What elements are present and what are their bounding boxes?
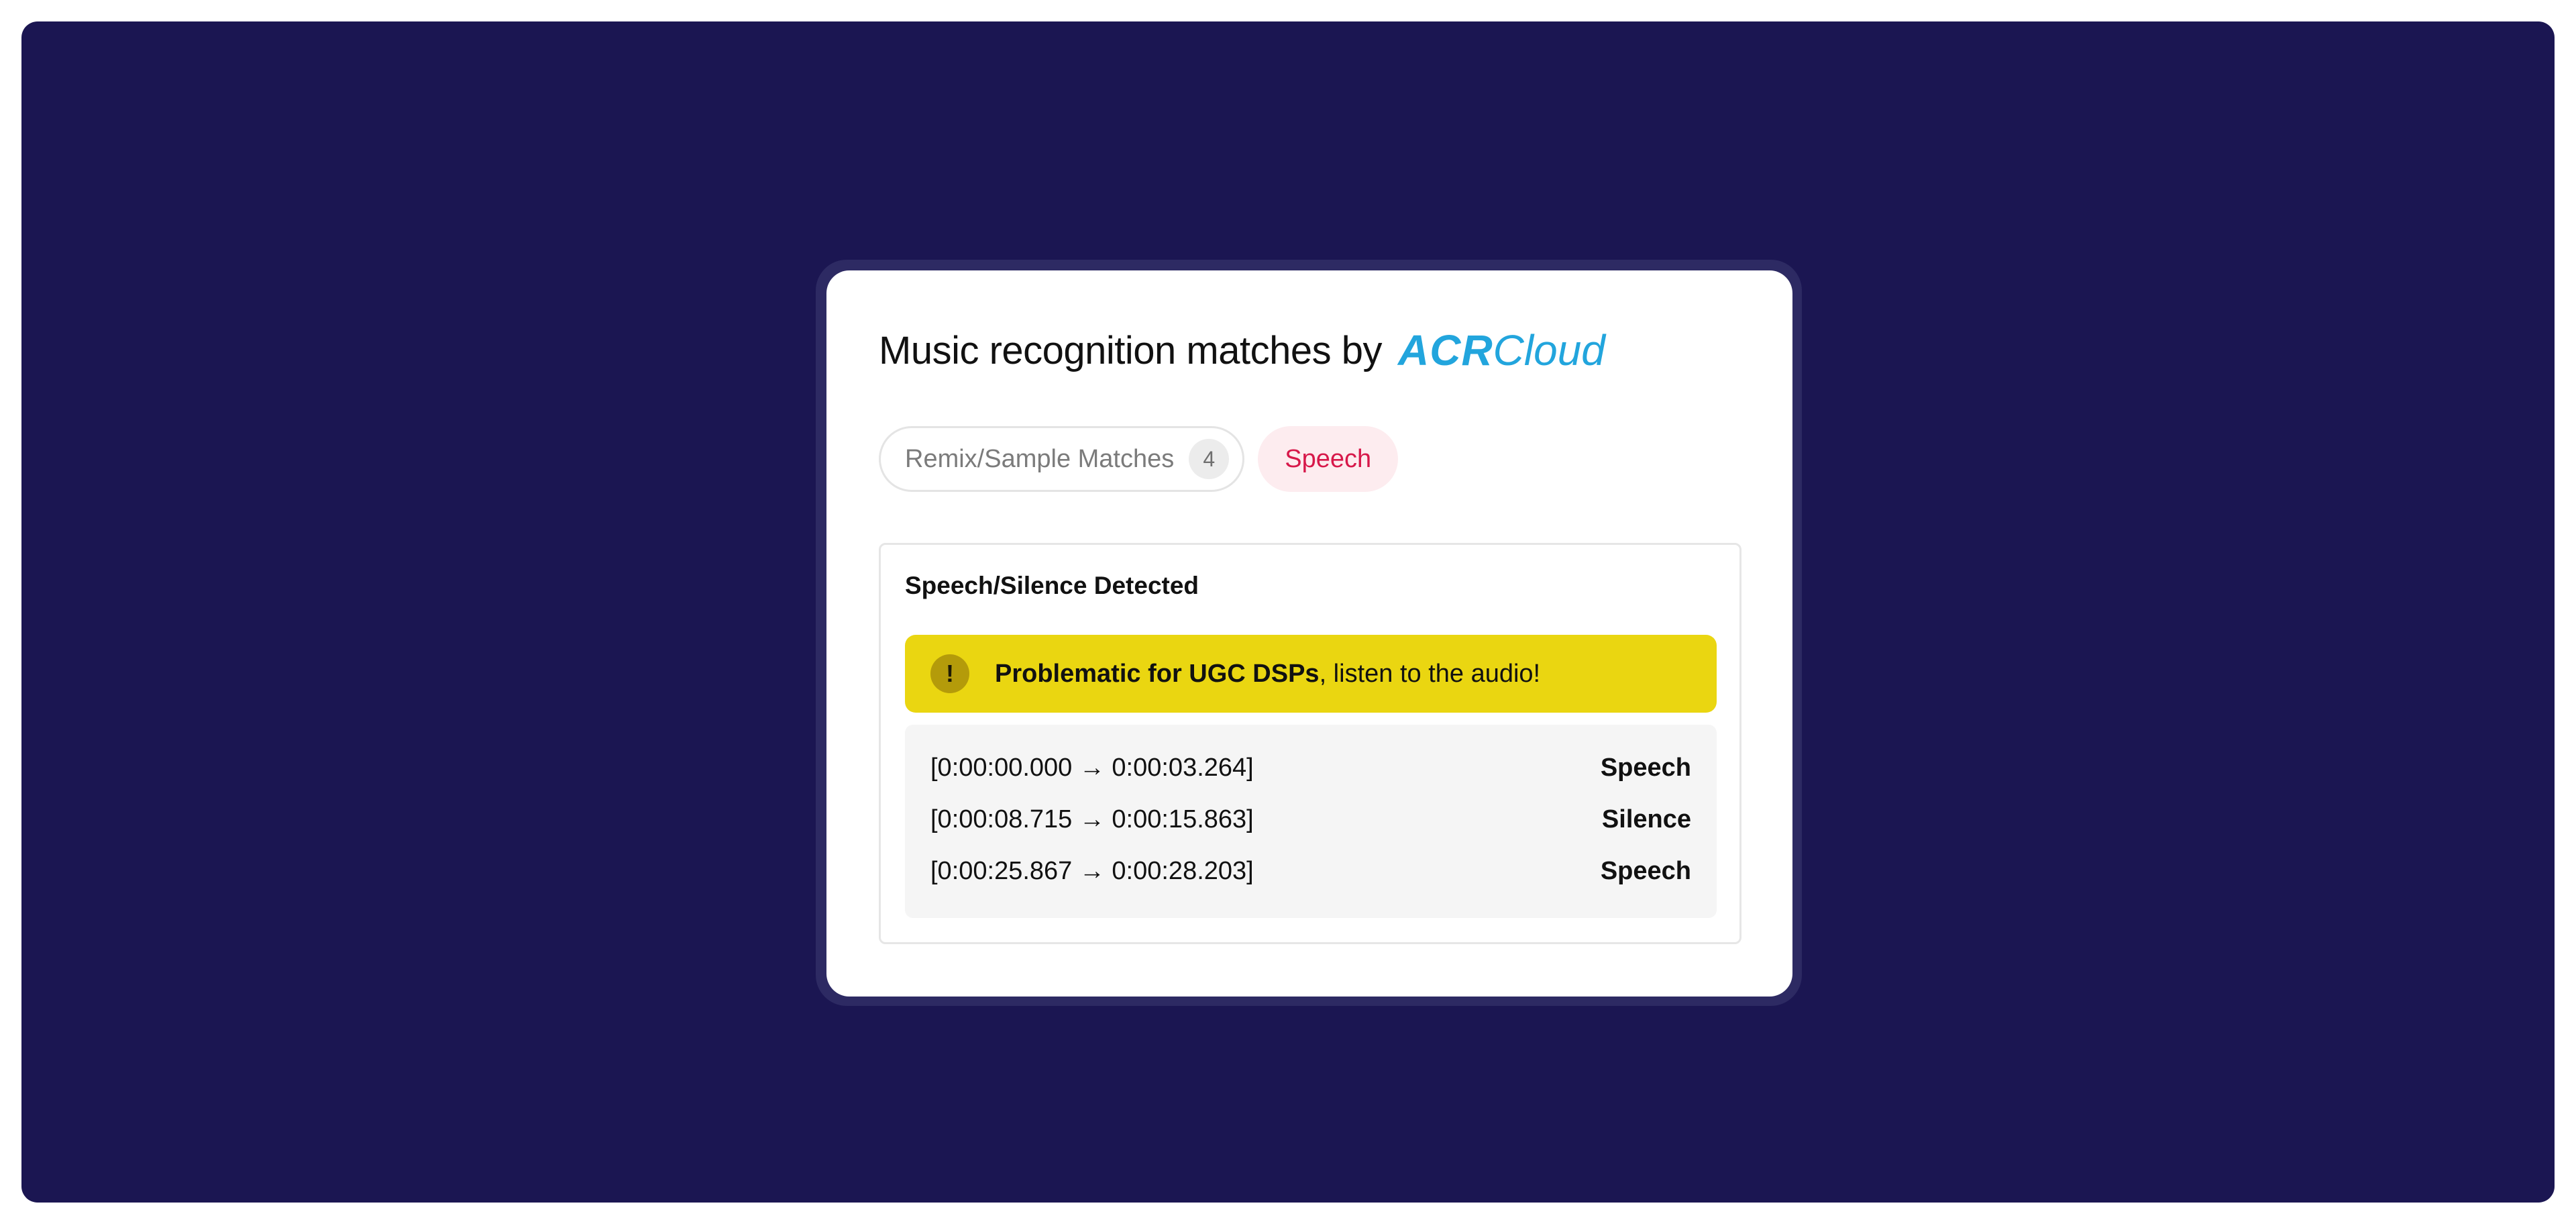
warning-text: Problematic for UGC DSPs, listen to the … — [995, 660, 1540, 688]
panel-title: Speech/Silence Detected — [905, 572, 1199, 599]
tab-label: Speech — [1285, 444, 1372, 473]
segment-list: [0:00:00.000 → 0:00:03.264] Speech [0:00… — [905, 725, 1717, 918]
segment-range: [0:00:08.715 → 0:00:15.863] — [930, 805, 1254, 833]
segment-label: Silence — [1601, 805, 1691, 833]
warning-banner: ! Problematic for UGC DSPs, listen to th… — [905, 635, 1717, 713]
speech-panel: Speech/Silence Detected ! Problematic fo… — [879, 543, 1741, 944]
tab-bar: Remix/Sample Matches 4 Speech — [879, 426, 1399, 492]
card-header: Music recognition matches by ACRCloud — [879, 320, 1605, 380]
segment-row: [0:00:25.867 → 0:00:28.203] Speech — [930, 851, 1691, 891]
segment-row: [0:00:00.000 → 0:00:03.264] Speech — [930, 748, 1691, 788]
tab-remix-sample-matches[interactable]: Remix/Sample Matches 4 — [879, 426, 1245, 492]
segment-range: [0:00:25.867 → 0:00:28.203] — [930, 856, 1254, 885]
tab-label: Remix/Sample Matches — [905, 444, 1175, 473]
brand-strong: ACR — [1398, 326, 1493, 374]
match-card: Music recognition matches by ACRCloud Re… — [826, 270, 1792, 997]
exclamation-icon: ! — [930, 654, 969, 693]
count-badge: 4 — [1189, 439, 1230, 479]
warning-rest-text: , listen to the audio! — [1319, 659, 1541, 688]
acrcloud-logo: ACRCloud — [1398, 325, 1605, 375]
segment-label: Speech — [1600, 753, 1691, 782]
segment-label: Speech — [1600, 856, 1691, 885]
segment-range: [0:00:00.000 → 0:00:03.264] — [930, 753, 1254, 782]
segment-row: [0:00:08.715 → 0:00:15.863] Silence — [930, 799, 1691, 839]
page-title: Music recognition matches by — [879, 328, 1383, 372]
page-background: Music recognition matches by ACRCloud Re… — [21, 21, 2555, 1203]
tab-speech[interactable]: Speech — [1258, 426, 1399, 492]
warning-bold-text: Problematic for UGC DSPs — [995, 659, 1320, 688]
brand-light: Cloud — [1493, 326, 1605, 374]
